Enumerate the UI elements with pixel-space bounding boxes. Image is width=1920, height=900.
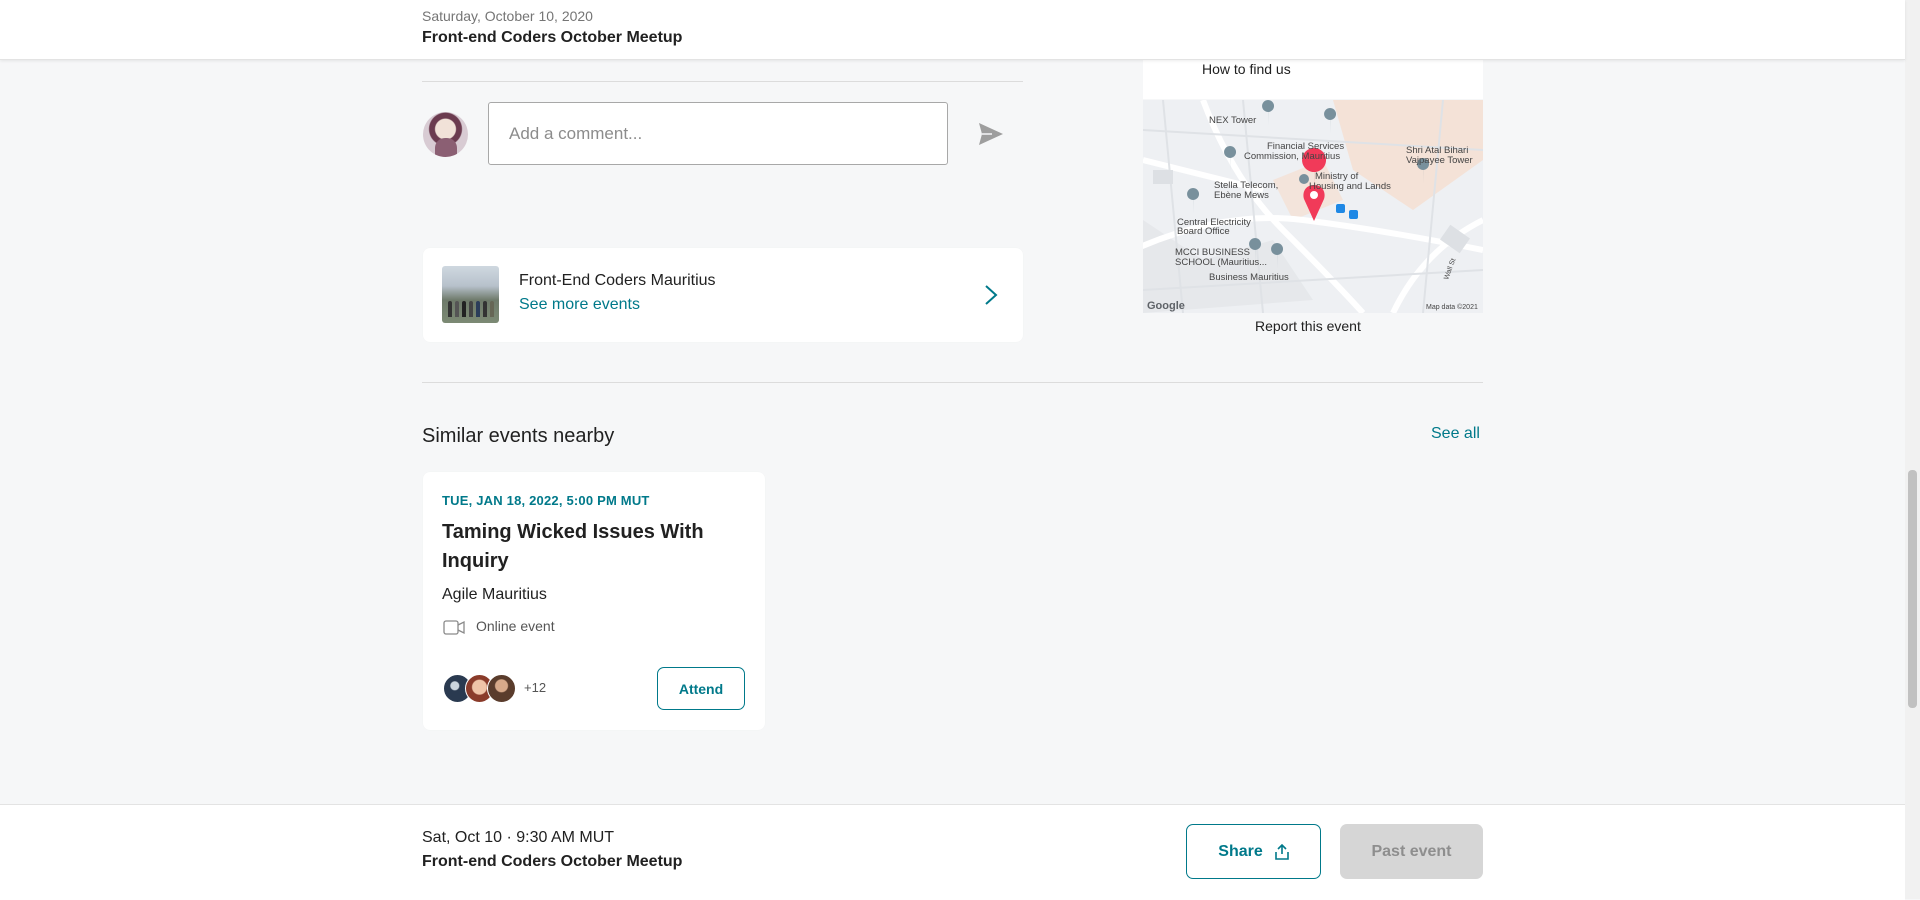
map-label-business: Business Mauritius (1209, 272, 1289, 283)
similar-events-title: Similar events nearby (422, 425, 615, 447)
map-data-attribution: Map data ©2021 (1426, 303, 1478, 311)
share-label: Share (1218, 842, 1263, 860)
attendee-avatar (487, 674, 516, 703)
map-label-ministry-2: Housing and Lands (1309, 181, 1391, 192)
header-date: Saturday, October 10, 2020 (422, 8, 593, 24)
past-event-button: Past event (1340, 824, 1483, 879)
scrollbar-track[interactable] (1905, 0, 1920, 899)
comment-input[interactable] (488, 102, 948, 165)
group-photo (442, 266, 499, 323)
share-icon (1274, 843, 1289, 860)
report-event-link[interactable]: Report this event (1255, 318, 1361, 334)
map-label-shri-2: Vajpayee Tower (1406, 155, 1473, 166)
user-avatar (423, 112, 468, 157)
section-divider (422, 382, 1483, 383)
event-group-name: Agile Mauritius (442, 586, 547, 603)
how-to-find-us-label: How to find us (1202, 61, 1291, 77)
header-title: Front-end Coders October Meetup (422, 29, 683, 46)
scrollbar-thumb[interactable] (1908, 470, 1917, 708)
group-name: Front-End Coders Mauritius (519, 272, 716, 289)
bottom-action-bar (0, 804, 1905, 900)
see-more-events-link[interactable]: See more events (519, 296, 640, 314)
map-label-stella-2: Ebène Mews (1214, 190, 1269, 201)
see-all-link[interactable]: See all (1431, 425, 1480, 443)
send-icon[interactable] (978, 122, 1004, 146)
location-map[interactable]: NEX Tower Financial Services Commission,… (1143, 100, 1483, 313)
event-location: Online event (476, 618, 555, 634)
sticky-event-header: Saturday, October 10, 2020 Front-end Cod… (0, 0, 1905, 60)
map-label-mcci-2: SCHOOL (Mauritius... (1175, 257, 1267, 268)
attendee-count-more: +12 (524, 680, 547, 695)
bottom-event-time: Sat, Oct 10 · 9:30 AM MUT (422, 829, 615, 846)
event-title[interactable]: Taming Wicked Issues With Inquiry (442, 518, 742, 576)
event-date: TUE, JAN 18, 2022, 5:00 PM MUT (442, 493, 650, 508)
map-label-ceb-2: Board Office (1177, 226, 1230, 237)
google-logo: Google (1147, 300, 1185, 312)
chevron-right-icon[interactable] (983, 284, 999, 306)
attend-button[interactable]: Attend (657, 667, 745, 710)
how-to-find-us-card (1143, 59, 1483, 99)
map-label-nex: NEX Tower (1209, 115, 1256, 126)
share-button[interactable]: Share (1186, 824, 1321, 879)
group-card[interactable] (423, 248, 1023, 342)
video-camera-icon (443, 620, 465, 635)
bottom-event-title: Front-end Coders October Meetup (422, 853, 683, 870)
comments-divider (422, 81, 1023, 82)
map-label-fsc-2: Commission, Mauritius (1244, 151, 1340, 162)
